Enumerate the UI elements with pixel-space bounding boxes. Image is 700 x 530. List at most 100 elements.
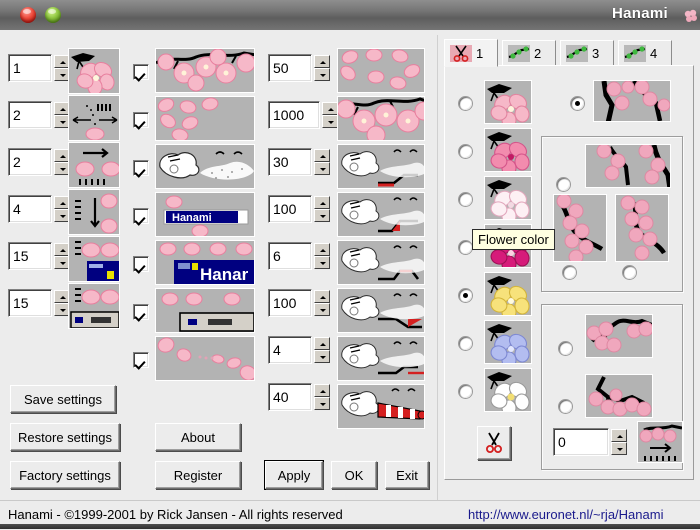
spinner-field[interactable]: 40 bbox=[268, 383, 312, 411]
spinner-up-icon[interactable] bbox=[314, 196, 330, 209]
swatch-flower-color-white-pink[interactable] bbox=[484, 176, 532, 220]
spinner-flower-count[interactable]: 1000 bbox=[268, 101, 338, 131]
spinner-field[interactable]: 15 bbox=[8, 242, 52, 270]
spinner-branch-offset[interactable]: 0 bbox=[553, 428, 627, 458]
spinner-field[interactable]: 100 bbox=[268, 195, 312, 223]
spinner-field[interactable]: 15 bbox=[8, 289, 52, 317]
spinner-arrows[interactable] bbox=[611, 429, 627, 455]
spinner-field[interactable]: 1000 bbox=[268, 101, 320, 129]
swatch-branch-style-top[interactable] bbox=[593, 80, 671, 122]
checkbox-petals-on-windows[interactable] bbox=[133, 256, 149, 272]
radio-branch-style-right[interactable] bbox=[623, 266, 636, 279]
spinner-field[interactable]: 100 bbox=[268, 289, 312, 317]
minimize-button[interactable] bbox=[45, 7, 61, 23]
radio-flower-color-deep-pink[interactable] bbox=[459, 145, 472, 158]
swatch-flower-color-white[interactable] bbox=[484, 368, 532, 412]
checkbox-show-falling-petals[interactable] bbox=[133, 112, 149, 128]
apply-button[interactable]: Apply bbox=[265, 461, 323, 489]
spinner-field[interactable]: 4 bbox=[8, 195, 52, 223]
save-settings-button[interactable]: Save settings bbox=[10, 385, 116, 413]
tab-3[interactable]: 3 bbox=[560, 40, 614, 66]
checkbox-petals-on-taskbar[interactable] bbox=[133, 304, 149, 320]
swatch-flower-color-pink[interactable] bbox=[484, 80, 532, 124]
restore-settings-button[interactable]: Restore settings bbox=[10, 423, 120, 451]
about-button[interactable]: About bbox=[155, 423, 241, 451]
exit-button[interactable]: Exit bbox=[385, 461, 429, 489]
spinner-down-icon[interactable] bbox=[314, 68, 330, 81]
spinner-down-icon[interactable] bbox=[314, 397, 330, 410]
radio-flower-color-pink[interactable] bbox=[459, 97, 472, 110]
spinner-up-icon[interactable] bbox=[314, 290, 330, 303]
radio-flower-color-white[interactable] bbox=[459, 385, 472, 398]
radio-branch-style-top[interactable] bbox=[571, 97, 584, 110]
swatch-branch-style-right[interactable] bbox=[615, 194, 669, 262]
spinner-arrows[interactable] bbox=[314, 196, 330, 222]
spinner-down-icon[interactable] bbox=[314, 350, 330, 363]
factory-settings-button[interactable]: Factory settings bbox=[10, 461, 120, 489]
spinner-down-icon[interactable] bbox=[322, 115, 338, 128]
spinner-petal-count[interactable]: 50 bbox=[268, 54, 330, 84]
swatch-branch-style-down-right[interactable] bbox=[585, 314, 653, 358]
tab-4[interactable]: 4 bbox=[618, 40, 672, 66]
spinner-cloud-speed[interactable]: 4 bbox=[268, 336, 330, 366]
spinner-arrows[interactable] bbox=[314, 384, 330, 410]
spinner-field[interactable]: 50 bbox=[268, 54, 312, 82]
spinner-blow-strength[interactable]: 40 bbox=[268, 383, 330, 413]
spinner-up-icon[interactable] bbox=[314, 384, 330, 397]
radio-flower-color-yellow[interactable] bbox=[459, 289, 472, 302]
spinner-up-icon[interactable] bbox=[314, 337, 330, 350]
spinner-up-icon[interactable] bbox=[314, 55, 330, 68]
radio-branch-style-zigzag[interactable] bbox=[559, 400, 572, 413]
spinner-up-icon[interactable] bbox=[314, 149, 330, 162]
spinner-down-icon[interactable] bbox=[314, 162, 330, 175]
spinner-up-icon[interactable] bbox=[314, 243, 330, 256]
spinner-field[interactable]: 0 bbox=[553, 428, 609, 456]
checkbox-show-clouds[interactable] bbox=[133, 160, 149, 176]
radio-flower-color-blue[interactable] bbox=[459, 337, 472, 350]
swatch-branch-style-zigzag[interactable] bbox=[585, 374, 653, 418]
radio-branch-style-wide[interactable] bbox=[557, 178, 570, 191]
spinner-arrows[interactable] bbox=[322, 102, 338, 128]
spinner-up-icon[interactable] bbox=[322, 102, 338, 115]
spinner-arrows[interactable] bbox=[314, 55, 330, 81]
spinner-field[interactable]: 2 bbox=[8, 148, 52, 176]
spinner-arrows[interactable] bbox=[314, 290, 330, 316]
swatch-flower-color-deep-pink[interactable] bbox=[484, 128, 532, 172]
radio-branch-style-down-right[interactable] bbox=[559, 342, 572, 355]
radio-flower-color-magenta[interactable] bbox=[459, 241, 472, 254]
spinner-turbulence[interactable]: 100 bbox=[268, 289, 330, 319]
radio-branch-style-left[interactable] bbox=[563, 266, 576, 279]
ok-button[interactable]: OK bbox=[331, 461, 377, 489]
spinner-down-icon[interactable] bbox=[314, 303, 330, 316]
checkbox-show-branches[interactable] bbox=[133, 64, 149, 80]
register-button[interactable]: Register bbox=[155, 461, 241, 489]
spinner-gust-duration[interactable]: 6 bbox=[268, 242, 330, 272]
homepage-link[interactable]: http://www.euronet.nl/~rja/Hanami bbox=[468, 507, 663, 522]
spinner-petal-size-max[interactable]: 15 bbox=[8, 289, 70, 319]
spinner-up-icon[interactable] bbox=[611, 429, 627, 442]
close-button[interactable] bbox=[20, 7, 36, 23]
swatch-branch-style-left[interactable] bbox=[553, 194, 607, 262]
spinner-arrows[interactable] bbox=[314, 149, 330, 175]
spinner-wind-gust-chance[interactable]: 30 bbox=[268, 148, 330, 178]
spinner-down-icon[interactable] bbox=[611, 442, 627, 455]
spinner-field[interactable]: 6 bbox=[268, 242, 312, 270]
checkbox-petals-trail[interactable] bbox=[133, 352, 149, 368]
spinner-arrows[interactable] bbox=[314, 337, 330, 363]
tab-2[interactable]: 2 bbox=[502, 40, 556, 66]
spinner-field[interactable]: 1 bbox=[8, 54, 52, 82]
spinner-horizontal-speed[interactable]: 2 bbox=[8, 148, 70, 178]
spinner-down-icon[interactable] bbox=[314, 209, 330, 222]
spinner-wind-strength[interactable]: 100 bbox=[268, 195, 330, 225]
spinner-field[interactable]: 30 bbox=[268, 148, 312, 176]
swatch-flower-color-blue[interactable] bbox=[484, 320, 532, 364]
checkbox-petals-on-titlebar[interactable] bbox=[133, 208, 149, 224]
spinner-field[interactable]: 4 bbox=[268, 336, 312, 364]
swatch-branch-style-wide[interactable] bbox=[585, 144, 671, 188]
radio-flower-color-white-pink[interactable] bbox=[459, 193, 472, 206]
spinner-arrows[interactable] bbox=[314, 243, 330, 269]
spinner-flowers-per-branch[interactable]: 1 bbox=[8, 54, 70, 84]
cut-branch-button[interactable] bbox=[477, 426, 511, 460]
spinner-wind-direction[interactable]: 2 bbox=[8, 101, 70, 131]
spinner-vertical-speed[interactable]: 4 bbox=[8, 195, 70, 225]
